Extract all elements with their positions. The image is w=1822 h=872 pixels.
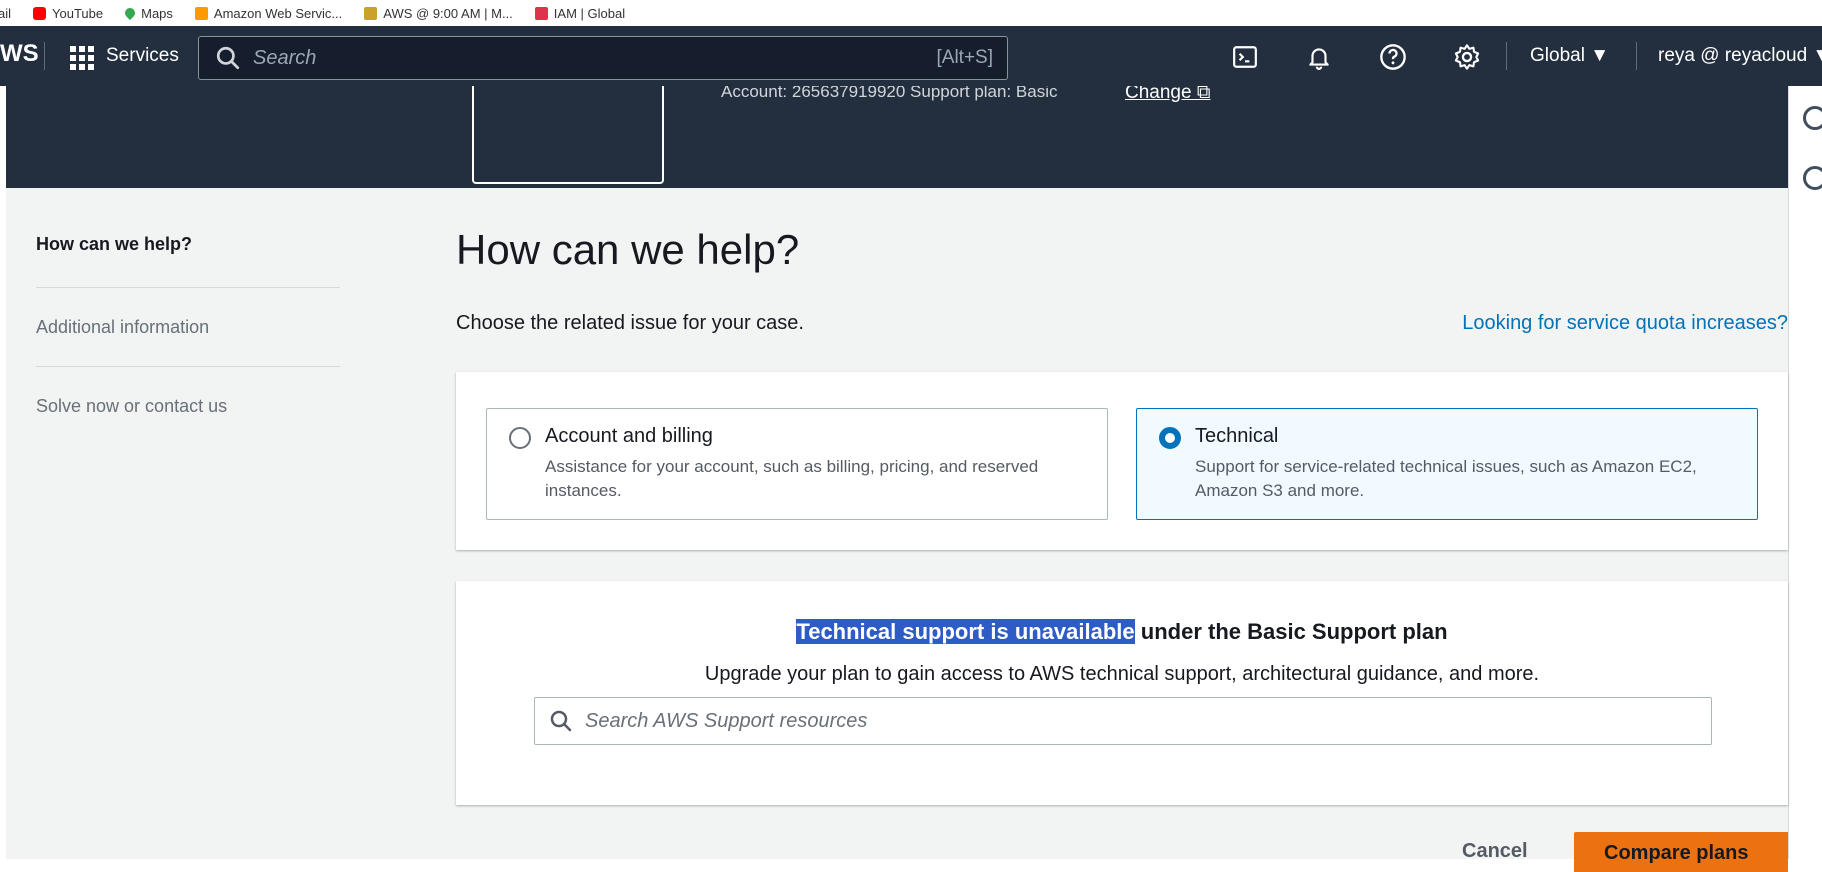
global-search-input[interactable]: Search [Alt+S] [198, 36, 1008, 80]
settings-panel-icon[interactable] [1803, 166, 1822, 190]
account-menu[interactable]: reya @ reyacloud ▼ [1658, 45, 1822, 67]
option-title: Technical [1195, 425, 1279, 447]
support-header-banner: Account: 265637919920 Support plan: Basi… [6, 86, 1788, 188]
option-account-billing[interactable]: Account and billing Assistance for your … [486, 408, 1108, 520]
technical-unavailable-alert: Technical support is unavailable under t… [456, 581, 1788, 805]
selected-text: Technical support is unavailable [796, 619, 1135, 644]
issue-type-container: Account and billing Assistance for your … [456, 372, 1788, 550]
wizard-steps-nav: How can we help? Additional information … [36, 234, 340, 446]
aws-logo[interactable]: WS [0, 40, 39, 68]
bookmark-mail[interactable]: ail [0, 6, 11, 21]
support-resources-search-input[interactable]: Search AWS Support resources [534, 697, 1712, 745]
upgrade-message: Upgrade your plan to gain access to AWS … [704, 663, 1540, 685]
bookmarks-bar: ail YouTube Maps Amazon Web Servic... AW… [0, 0, 1822, 26]
settings-gear-icon[interactable] [1452, 42, 1482, 72]
option-description: Support for service-related technical is… [1195, 457, 1697, 500]
account-info: Account: 265637919920 Support plan: Basi… [721, 86, 1058, 101]
search-placeholder: Search AWS Support resources [585, 709, 868, 732]
calendar-icon [364, 6, 378, 20]
services-grid-icon[interactable] [70, 46, 94, 70]
cancel-button[interactable]: Cancel [1462, 840, 1528, 863]
info-panel-icon[interactable] [1803, 106, 1822, 130]
support-case-page: How can we help? Additional information … [6, 188, 1788, 872]
radio-account-billing[interactable] [509, 427, 531, 449]
help-icon[interactable] [1378, 42, 1408, 72]
step-solve-now-or-contact[interactable]: Solve now or contact us [36, 367, 340, 446]
unavailable-heading: Technical support is unavailable under t… [796, 619, 1448, 644]
page-title: How can we help? [456, 226, 800, 273]
bookmark-youtube[interactable]: YouTube [33, 6, 103, 21]
bookmark-aws-meeting[interactable]: AWS @ 9:00 AM | M... [364, 6, 513, 21]
aws-top-nav: WS Services Search [Alt+S] Global ▼ reya… [0, 26, 1822, 86]
services-menu-button[interactable]: Services [106, 45, 179, 67]
cloudshell-icon[interactable] [1230, 42, 1260, 72]
region-selector[interactable]: Global ▼ [1530, 45, 1609, 67]
step-additional-information[interactable]: Additional information [36, 288, 340, 367]
change-plan-link[interactable]: Change ⧉ [1125, 86, 1210, 104]
search-placeholder: Search [253, 46, 317, 69]
right-utility-panel [1788, 86, 1822, 859]
page-subtitle: Choose the related issue for your case. [456, 312, 804, 334]
bookmark-aws-console[interactable]: Amazon Web Servic... [194, 6, 342, 21]
bookmark-maps[interactable]: Maps [123, 5, 173, 21]
aws-cube-icon [194, 6, 208, 20]
compare-plans-button[interactable]: Compare plans [1574, 832, 1788, 872]
bookmark-iam[interactable]: IAM | Global [534, 6, 625, 21]
search-icon [216, 46, 240, 70]
maps-pin-icon [123, 5, 138, 21]
search-shortcut: [Alt+S] [936, 47, 994, 68]
radio-technical[interactable] [1159, 427, 1181, 449]
search-icon [550, 710, 572, 732]
notifications-bell-icon[interactable] [1304, 42, 1334, 72]
youtube-icon [33, 6, 47, 20]
step-how-can-we-help[interactable]: How can we help? [36, 234, 340, 288]
iam-icon [534, 6, 548, 20]
option-description: Assistance for your account, such as bil… [545, 457, 1039, 500]
nav-divider [1506, 42, 1507, 70]
laptop-illustration [472, 86, 664, 184]
service-quota-link[interactable]: Looking for service quota increases? [1462, 312, 1788, 335]
option-title: Account and billing [545, 425, 713, 447]
nav-divider [1636, 42, 1637, 70]
nav-divider [44, 42, 45, 70]
option-technical[interactable]: Technical Support for service-related te… [1136, 408, 1758, 520]
